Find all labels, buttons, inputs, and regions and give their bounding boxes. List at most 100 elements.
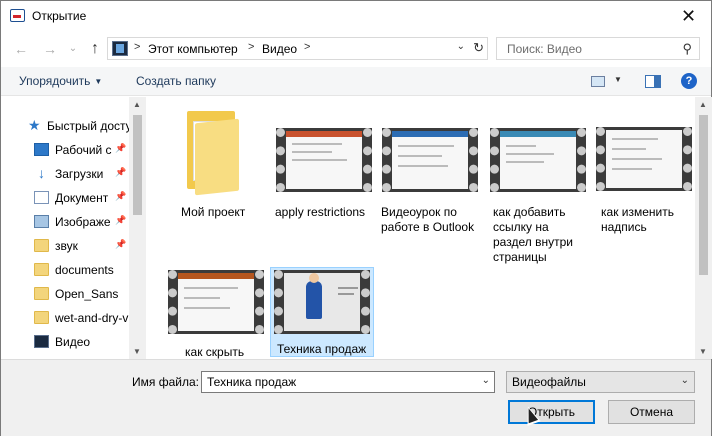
sidebar-item-label: Документ — [55, 191, 109, 205]
sidebar-item-quick-access[interactable]: ★ Быстрый досту — [1, 115, 131, 137]
breadcrumb-separator[interactable]: > — [134, 41, 140, 53]
preview-pane-icon[interactable] — [645, 75, 661, 88]
star-icon: ★ — [28, 117, 41, 133]
search-icon: ⚲ — [682, 41, 692, 56]
title-bar: Открытие ✕ — [1, 1, 711, 32]
file-item[interactable]: apply restrictions — [273, 125, 377, 219]
video-library-icon — [112, 41, 128, 56]
open-button[interactable]: Открыть — [508, 400, 595, 424]
breadcrumb-separator[interactable]: > — [304, 41, 310, 53]
dialog-footer: Имя файла: Техника продаж ⌄ Видеофайлы ⌄… — [1, 359, 711, 436]
search-box[interactable]: ⚲ — [496, 37, 700, 60]
cancel-button[interactable]: Отмена — [608, 400, 695, 424]
video-thumbnail-icon — [490, 128, 586, 192]
file-item[interactable]: Мой проект — [169, 111, 273, 219]
chevron-down-icon: ⌄ — [680, 375, 689, 386]
navigation-scrollbar[interactable]: ▲ ▼ — [129, 97, 146, 359]
presenter-figure — [306, 273, 322, 319]
pin-icon: 📌 — [115, 143, 127, 153]
folder-icon — [179, 111, 239, 196]
sidebar-item-video[interactable]: Видео — [1, 331, 131, 353]
sidebar-item-label: Быстрый досту — [47, 119, 131, 133]
pin-icon: 📌 — [115, 239, 127, 249]
scrollbar-thumb[interactable] — [133, 115, 142, 215]
pin-icon: 📌 — [115, 215, 127, 225]
document-icon — [34, 191, 49, 204]
pin-icon: 📌 — [115, 167, 127, 177]
sidebar-item-wet-and-dry[interactable]: wet-and-dry-v — [1, 307, 131, 329]
app-icon — [10, 9, 25, 22]
download-icon: ↓ — [38, 165, 45, 181]
scroll-up-icon[interactable]: ▲ — [133, 100, 141, 109]
file-name: apply restrictions — [275, 205, 366, 219]
organize-button[interactable]: Упорядочить ▼ — [19, 74, 102, 88]
window-title: Открытие — [32, 9, 87, 23]
sidebar-item-pictures[interactable]: Изображе 📌 — [1, 211, 131, 233]
video-folder-icon — [34, 335, 49, 348]
view-options-chevron-icon[interactable]: ▼ — [614, 75, 622, 84]
back-button[interactable]: ← — [11, 39, 31, 59]
search-input[interactable] — [507, 42, 672, 56]
sidebar-item-label: звук — [55, 239, 78, 253]
scroll-down-icon[interactable]: ▼ — [699, 347, 707, 356]
file-item[interactable]: Видеоурок по работе в Outlook — [379, 125, 483, 234]
organize-label: Упорядочить — [19, 74, 91, 88]
folder-icon — [34, 239, 49, 252]
sidebar-item-documents[interactable]: Документ 📌 — [1, 187, 131, 209]
file-name: Видеоурок по работе в Outlook — [381, 205, 475, 234]
up-button[interactable]: ↑ — [85, 39, 105, 59]
file-name: как изменить надпись — [601, 205, 674, 234]
sidebar-item-documents-folder[interactable]: documents — [1, 259, 131, 281]
scroll-up-icon[interactable]: ▲ — [699, 100, 707, 109]
file-item[interactable]: как изменить надпись — [593, 111, 695, 234]
help-icon[interactable]: ? — [681, 73, 697, 89]
forward-button[interactable]: → — [40, 39, 60, 59]
new-folder-button[interactable]: Создать папку — [136, 74, 216, 88]
file-list-scrollbar[interactable]: ▲ ▼ — [695, 97, 712, 359]
chevron-down-icon: ▼ — [94, 77, 103, 86]
breadcrumb-separator[interactable]: > — [248, 41, 254, 53]
sidebar-item-zvuk[interactable]: звук 📌 — [1, 235, 131, 257]
file-name: как скрыть — [185, 345, 245, 359]
sidebar-item-label: Загрузки — [55, 167, 104, 181]
breadcrumb-video[interactable]: Видео — [262, 42, 297, 56]
close-button[interactable]: ✕ — [666, 1, 711, 31]
breadcrumb-this-pc[interactable]: Этот компьютер — [148, 42, 238, 56]
sidebar-item-label: Изображе — [55, 215, 111, 229]
sidebar-item-open-sans[interactable]: Open_Sans — [1, 283, 131, 305]
navigation-pane: ★ Быстрый досту Рабочий с 📌 ↓ Загрузки 📌… — [1, 97, 146, 359]
filetype-value: Видеофайлы — [512, 375, 586, 389]
sidebar-item-desktop[interactable]: Рабочий с 📌 — [1, 139, 131, 161]
address-dropdown-icon[interactable]: ⌄ — [457, 41, 465, 52]
file-item-selected[interactable]: Техника продаж — [270, 267, 374, 357]
refresh-icon[interactable]: ↻ — [473, 40, 484, 56]
address-bar[interactable]: > Этот компьютер > Видео > ⌄ ↻ — [107, 37, 488, 60]
chevron-down-icon[interactable]: ⌄ — [482, 375, 490, 386]
sidebar-item-downloads[interactable]: ↓ Загрузки 📌 — [1, 163, 131, 185]
file-name: Мой проект — [181, 205, 246, 219]
filename-field[interactable]: Техника продаж ⌄ — [201, 371, 495, 393]
pictures-icon — [34, 215, 49, 228]
file-name: как добавить ссылку на раздел внутри стр… — [493, 205, 573, 264]
filetype-select[interactable]: Видеофайлы ⌄ — [506, 371, 695, 393]
desktop-icon — [34, 143, 49, 156]
filename-label: Имя файла: — [132, 375, 199, 389]
video-thumbnail-icon — [168, 270, 264, 334]
command-bar: Упорядочить ▼ Создать папку ▼ ? — [1, 67, 711, 96]
recent-locations-button[interactable]: ⌄ — [63, 39, 83, 59]
scrollbar-thumb[interactable] — [699, 115, 708, 275]
video-thumbnail-icon — [596, 127, 692, 191]
file-item[interactable]: как добавить ссылку на раздел внутри стр… — [487, 125, 591, 264]
file-item[interactable]: как скрыть — [165, 267, 269, 359]
scroll-down-icon[interactable]: ▼ — [133, 347, 141, 356]
sidebar-item-label: Open_Sans — [55, 287, 119, 301]
pin-icon: 📌 — [115, 191, 127, 201]
file-list: Мой проект apply restrictions Видеоурок … — [147, 97, 695, 359]
filename-value[interactable]: Техника продаж — [207, 375, 296, 389]
change-view-icon[interactable] — [591, 76, 605, 87]
sidebar-item-label: wet-and-dry-v — [55, 311, 129, 325]
video-thumbnail-icon — [276, 128, 372, 192]
video-thumbnail-icon — [274, 270, 370, 334]
folder-icon — [34, 311, 49, 324]
sidebar-item-label: documents — [55, 263, 114, 277]
